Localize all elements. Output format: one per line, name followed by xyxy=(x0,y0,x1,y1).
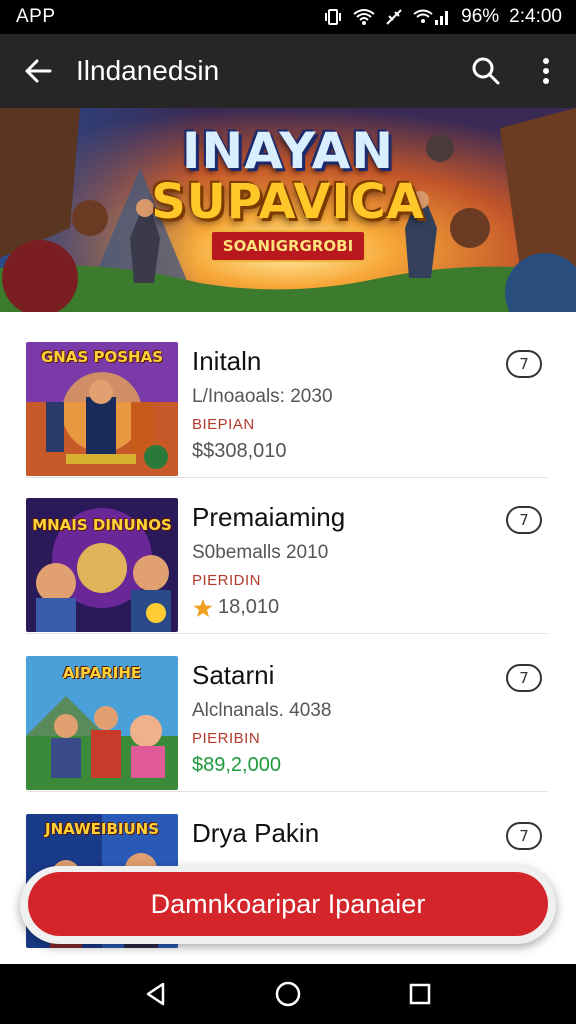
banner-title-line1: INAYAN xyxy=(181,122,395,180)
search-button[interactable] xyxy=(456,34,516,108)
system-nav-bar xyxy=(0,964,576,1024)
game-thumbnail: GNAS POSHAS xyxy=(26,342,178,476)
nav-home-button[interactable] xyxy=(258,964,318,1024)
vibrate-icon xyxy=(325,9,342,25)
game-price-text: $89,2,000 xyxy=(192,754,281,776)
nav-back-button[interactable] xyxy=(126,964,186,1024)
list-item[interactable]: AIPARIHE Satarni Alclnanals. 4038 PIERIB… xyxy=(0,636,576,792)
game-name: Satarni xyxy=(192,660,275,690)
list-item[interactable]: GNAS POSHAS Initaln L/Inoaoals: 2030 BIE… xyxy=(0,322,576,478)
signal-icon xyxy=(413,9,449,25)
featured-banner[interactable]: INAYAN SUPAVICA SOANIGRGROBI xyxy=(0,108,576,312)
game-price-text: 18,010 xyxy=(218,596,280,618)
game-action-button[interactable]: 7 xyxy=(506,506,542,534)
game-price: $89,2,000 xyxy=(192,754,281,777)
cta-container: Damnkoaripar Ipanaier xyxy=(20,866,556,944)
game-subtitle: L/Inoaoals: 2030 xyxy=(192,386,333,407)
star-icon xyxy=(193,598,213,617)
game-tag: PIERIBIN xyxy=(192,730,261,747)
game-thumbnail-label: AIPARIHE xyxy=(62,664,142,682)
more-vert-icon xyxy=(543,58,549,84)
status-time: 2:4:00 xyxy=(509,6,562,27)
game-action-button[interactable]: 7 xyxy=(506,822,542,850)
list-item[interactable]: MNAIS DINUNOS Premaiaming S0bemalls 2010… xyxy=(0,478,576,634)
game-action-button[interactable]: 7 xyxy=(506,350,542,378)
back-triangle-icon xyxy=(146,982,165,1006)
banner-title-line2: SUPAVICA xyxy=(151,174,425,230)
back-button[interactable] xyxy=(0,34,76,108)
status-bar: APP 96% 2:4:00 xyxy=(0,0,576,34)
game-thumbnail: MNAIS DINUNOS xyxy=(26,498,178,632)
game-name: Drya Pakin xyxy=(192,818,320,848)
game-price: 18,010 xyxy=(192,596,279,619)
game-thumbnail-label: GNAS POSHAS xyxy=(40,348,163,366)
game-tag: BIEPIAN xyxy=(192,416,255,433)
battery-percent: 96% xyxy=(461,6,500,27)
game-action-button[interactable]: 7 xyxy=(506,664,542,692)
game-thumbnail: AIPARIHE xyxy=(26,656,178,790)
divider xyxy=(26,633,548,634)
signal-off-icon xyxy=(386,9,402,25)
game-name: Premaiaming xyxy=(192,502,346,532)
home-circle-icon xyxy=(275,981,301,1007)
banner-subtitle: SOANIGRGROBI xyxy=(210,230,366,262)
wifi-icon xyxy=(353,9,375,25)
app-bar: Ilndanedsin xyxy=(0,34,576,108)
recents-square-icon xyxy=(409,983,431,1005)
game-price-text: $$308,010 xyxy=(192,440,287,462)
arrow-back-icon xyxy=(25,59,52,83)
search-icon xyxy=(472,57,500,85)
primary-cta-button[interactable]: Damnkoaripar Ipanaier xyxy=(28,872,548,936)
game-subtitle: S0bemalls 2010 xyxy=(192,542,329,563)
more-options-button[interactable] xyxy=(516,34,576,108)
game-thumbnail-label: MNAIS DINUNOS xyxy=(32,516,172,534)
divider xyxy=(26,791,548,792)
game-name: Initaln xyxy=(192,346,262,376)
app-bar-actions xyxy=(456,34,576,108)
status-app-label: APP xyxy=(16,6,56,27)
game-thumbnail-label: JNAWEIBIUNS xyxy=(45,820,159,838)
status-icons: 96% 2:4:00 xyxy=(323,6,562,28)
game-subtitle: Alclnanals. 4038 xyxy=(192,700,332,721)
page-title: Ilndanedsin xyxy=(76,55,220,86)
nav-recents-button[interactable] xyxy=(390,964,450,1024)
game-tag: PIERIDIN xyxy=(192,572,262,589)
game-price: $$308,010 xyxy=(192,440,287,463)
